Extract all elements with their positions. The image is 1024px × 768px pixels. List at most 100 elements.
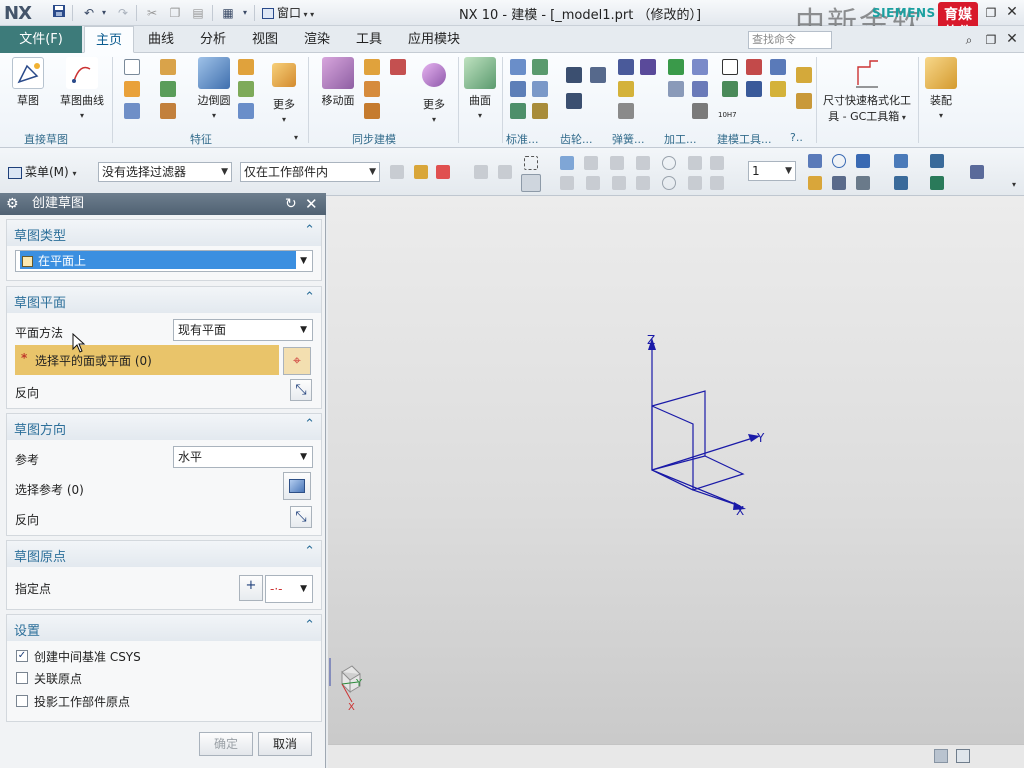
redo-icon[interactable]: ↷ [114, 4, 132, 22]
snap-icon[interactable] [390, 165, 404, 179]
project-work-part-origin-checkbox[interactable] [16, 695, 28, 707]
group-machining[interactable]: 加工... [664, 131, 697, 147]
chevron-down-icon[interactable]: ▾ [236, 4, 254, 22]
reference-dropdown[interactable]: 水平 ▼ [173, 446, 313, 468]
group-gear[interactable]: 齿轮... [560, 131, 593, 147]
assembly-button[interactable]: 装配 ▾ [922, 57, 960, 121]
helical-gear-icon[interactable] [590, 67, 606, 83]
grid-icon[interactable] [770, 59, 786, 75]
pan-icon[interactable] [832, 176, 846, 190]
layout-icon[interactable] [746, 81, 762, 97]
reverse-direction-icon[interactable]: ⤡ [290, 506, 312, 528]
csys-icon[interactable] [930, 176, 944, 190]
circle-icon[interactable] [662, 156, 676, 170]
create-datum-csys-checkbox[interactable]: ✓ [16, 650, 28, 662]
show-hide-icon[interactable] [436, 165, 450, 179]
snap-point-icon[interactable] [584, 156, 598, 170]
panel-header[interactable]: 草图方向 ⌃ [7, 414, 321, 440]
zoom-icon[interactable] [808, 176, 822, 190]
chevron-up-icon[interactable]: ⌃ [304, 290, 315, 305]
restore-icon[interactable]: ❐ [982, 31, 1000, 49]
selection-filter-dropdown[interactable]: 没有选择过滤器 ▼ [98, 162, 232, 182]
quadrant-icon[interactable] [662, 176, 676, 190]
pattern-icon[interactable] [238, 103, 254, 119]
window-menu[interactable]: 窗口 ▾ ▾ [262, 4, 314, 22]
sketch-button[interactable]: 草图 [6, 57, 50, 108]
window-mode-icon[interactable] [956, 749, 970, 763]
offset-region-icon[interactable] [364, 81, 380, 97]
cube-icon[interactable] [560, 156, 574, 170]
grid-snap-icon[interactable] [710, 176, 724, 190]
menu-button[interactable]: 菜单(M) ▾ [8, 163, 77, 180]
plus-icon[interactable] [688, 156, 702, 170]
repeat-command-icon[interactable]: ▦ [219, 4, 237, 22]
disc-spring-icon[interactable] [618, 81, 634, 97]
close-icon[interactable]: ✕ [305, 193, 318, 215]
tangent-icon[interactable] [710, 156, 724, 170]
more-sync-button[interactable]: 更多 ▾ [416, 57, 452, 125]
spring-icon[interactable] [618, 59, 634, 75]
section-icon[interactable] [856, 176, 870, 190]
layer-settings-icon[interactable] [894, 176, 908, 190]
surface-button[interactable]: 曲面 ▾ [462, 57, 498, 121]
selection-scope-dropdown[interactable]: 仅在工作部件内 ▼ [240, 162, 380, 182]
chevron-down-icon[interactable]: ▾ [1012, 180, 1016, 189]
point-type-dropdown[interactable]: -·- ▼ [265, 575, 313, 603]
file-tab[interactable]: 文件(F) [0, 26, 82, 53]
triangle-icon[interactable] [722, 59, 738, 75]
edge-blend-button[interactable]: 边倒圆 ▾ [194, 57, 234, 121]
tab-view[interactable]: 视图 [244, 26, 286, 53]
save-icon[interactable] [50, 4, 68, 22]
select-feature-icon[interactable] [414, 165, 428, 179]
more-features-button[interactable]: 更多 ▾ [266, 57, 302, 125]
fit-view-icon[interactable] [808, 154, 822, 168]
associative-origin-checkbox[interactable] [16, 672, 28, 684]
tab-home[interactable]: 主页 [84, 26, 134, 53]
report-icon[interactable] [746, 59, 762, 75]
panel-header[interactable]: 设置 ⌃ [7, 615, 321, 641]
reset-icon[interactable]: ↻ [285, 193, 297, 215]
move-face-button[interactable]: 移动面 [316, 57, 360, 108]
tab-analysis[interactable]: 分析 [192, 26, 234, 53]
full-screen-icon[interactable] [934, 749, 948, 763]
replace-face-icon[interactable] [364, 103, 380, 119]
expression-icon[interactable] [770, 81, 786, 97]
select-plane-row[interactable]: * 选择平的面或平面 (0) [15, 345, 279, 375]
chevron-down-icon[interactable]: ▾ [294, 133, 298, 142]
chevron-up-icon[interactable]: ⌃ [304, 544, 315, 559]
tolerance-icon[interactable] [692, 103, 708, 119]
sketch-type-dropdown[interactable]: 在平面上 ▼ [15, 250, 313, 272]
command-search-input[interactable]: 查找命令 [748, 31, 832, 49]
group-spring[interactable]: 弹簧... [612, 131, 645, 147]
group-modeling-tools[interactable]: 建模工具... [717, 131, 772, 147]
close-icon[interactable]: ✕ [1003, 30, 1021, 48]
fastener-icon[interactable] [510, 81, 526, 97]
group-more[interactable]: ?.. [790, 131, 803, 144]
point-on-curve-icon[interactable] [688, 176, 702, 190]
intersection-icon[interactable] [560, 176, 574, 190]
cut-icon[interactable]: ✂ [143, 4, 161, 22]
chevron-up-icon[interactable]: ⌃ [304, 417, 315, 432]
rotate-icon[interactable] [832, 154, 846, 168]
table-icon[interactable] [692, 81, 708, 97]
search-icon[interactable]: ⌕ [960, 31, 978, 49]
render-style-icon[interactable] [894, 154, 908, 168]
ok-button[interactable]: 确定 [199, 732, 253, 756]
gear-icon[interactable]: ⚙ [6, 193, 19, 215]
graphics-window[interactable]: Z Y X X Y [328, 196, 1024, 768]
panel-header[interactable]: 草图平面 ⌃ [7, 287, 321, 313]
chevron-up-icon[interactable]: ⌃ [304, 618, 315, 633]
reverse-direction-icon[interactable]: ⤡ [290, 379, 312, 401]
face-select-icon[interactable] [521, 174, 541, 192]
arc-center-icon[interactable] [636, 176, 650, 190]
plane-method-dropdown[interactable]: 现有平面 ▼ [173, 319, 313, 341]
extrude-icon[interactable] [124, 81, 140, 97]
compression-spring-icon[interactable] [640, 59, 656, 75]
downstream-icon[interactable] [498, 165, 512, 179]
draft-icon[interactable] [238, 81, 254, 97]
cancel-button[interactable]: 取消 [258, 732, 312, 756]
work-layer-dropdown[interactable]: 1 ▼ [748, 161, 796, 181]
chevron-up-icon[interactable]: ⌃ [304, 223, 315, 238]
sketch-curve-button[interactable]: 草图曲线 ▾ [56, 57, 108, 121]
spur-gear-icon[interactable] [566, 67, 582, 83]
